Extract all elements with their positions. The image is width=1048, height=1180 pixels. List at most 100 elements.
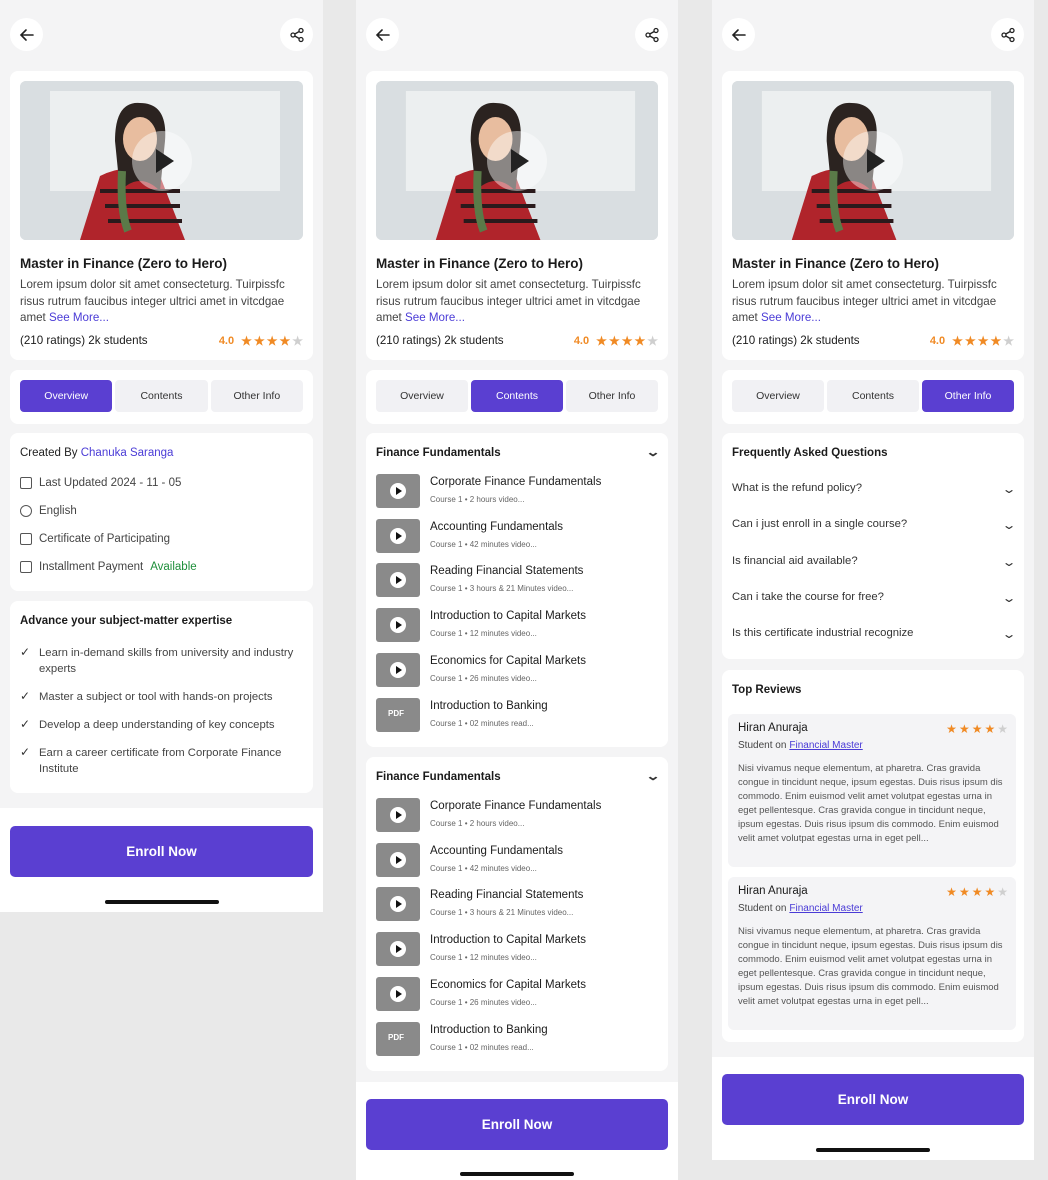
star-empty-icon: ★ [997,885,1008,899]
star-icon: ★ [608,334,620,348]
faq-item[interactable]: Can i just enroll in a single course? ⌄ [732,518,1017,532]
lesson-course: Course 1 [430,1042,463,1052]
faq-question: Can i take the course for free? [732,591,884,603]
author-link[interactable]: Chanuka Saranga [81,447,174,459]
learning-item: ✓ Learn in-demand skills from university … [20,645,303,677]
bullet-separator: • [462,673,470,683]
faq-item[interactable]: Is financial aid available? ⌄ [732,555,1017,569]
tab-contents[interactable]: Contents [471,380,563,412]
see-more-link[interactable]: See More... [405,311,465,324]
lesson-item[interactable]: PDF Introduction to Banking Course 1 • 02 … [376,1021,658,1060]
back-button[interactable] [10,18,43,51]
back-button[interactable] [722,18,755,51]
learning-title: Advance your subject-matter expertise [20,615,233,627]
enroll-now-button[interactable]: Enroll Now [722,1074,1024,1125]
tab-other-info[interactable]: Other Info [566,380,658,412]
tab-overview[interactable]: Overview [20,380,113,412]
star-empty-icon: ★ [292,334,303,348]
lesson-item[interactable]: Economics for Capital Markets Course 1 • … [376,976,658,1015]
play-icon[interactable] [131,130,192,191]
chevron-down-icon[interactable]: ⌄ [1001,591,1016,605]
chevron-down-icon[interactable]: ⌄ [645,445,660,459]
review-card: Hiran Anuraja ★ ★ ★ ★ ★ Student on Financial … [728,877,1016,1030]
lesson-course: Course 1 [430,908,463,918]
star-icon: ★ [279,334,291,348]
back-button[interactable] [366,18,399,51]
tab-contents[interactable]: Contents [115,380,208,412]
lesson-item[interactable]: Accounting Fundamentals Course 1 • 42 min… [376,842,658,881]
program-link[interactable]: Financial Master [789,740,862,751]
installment-row: Installment Payment Available [20,561,197,573]
lesson-course: Course 1 [430,673,463,683]
tab-overview[interactable]: Overview [376,380,468,412]
bullet-separator: • [462,908,470,918]
course-stats: (210 ratings) 2k students [20,334,148,347]
play-icon[interactable] [843,130,903,191]
lesson-item[interactable]: Corporate Finance Fundamentals Course 1 •… [376,798,658,836]
reviewer-name: Hiran Anuraja [738,885,808,897]
content-section: Finance Fundamentals ⌄ Corporate Finance … [366,433,668,747]
learning-item: ✓ Earn a career certificate from Corporat… [20,745,303,777]
faq-item[interactable]: Is this certificate industrial recognize… [732,627,1017,641]
lesson-duration: 26 minutes video... [469,997,537,1007]
chevron-down-icon[interactable]: ⌄ [1001,627,1016,641]
see-more-link[interactable]: See More... [49,311,109,324]
lesson-item[interactable]: PDF Introduction to Banking Course 1 • 02 … [376,697,658,736]
lesson-item[interactable]: Reading Financial Statements Course 1 • 3… [376,563,658,601]
chevron-down-icon[interactable]: ⌄ [1001,518,1016,532]
lesson-duration: 26 minutes video... [469,673,537,683]
course-video-thumbnail[interactable] [732,81,1014,240]
share-button[interactable] [991,18,1024,51]
star-icon: ★ [984,722,996,736]
play-icon[interactable] [487,130,547,191]
lesson-course: Course 1 [430,718,463,728]
lesson-meta: Course 1 • 26 minutes video... [430,674,537,683]
lesson-thumbnail [376,932,420,967]
lesson-duration: 12 minutes video... [469,629,537,639]
lesson-thumbnail [376,563,420,598]
lesson-item[interactable]: Reading Financial Statements Course 1 • 3… [376,887,658,925]
course-video-thumbnail[interactable] [20,81,303,240]
program-link[interactable]: Financial Master [789,903,862,914]
chevron-down-icon[interactable]: ⌄ [645,769,660,783]
faq-item[interactable]: Can i take the course for free? ⌄ [732,591,1017,605]
lesson-item[interactable]: Corporate Finance Fundamentals Course 1 •… [376,474,658,512]
lesson-title: Reading Financial Statements [430,889,584,902]
tab-overview[interactable]: Overview [732,380,824,412]
course-video-thumbnail[interactable] [376,81,658,240]
created-by-label: Created By [20,447,78,459]
chevron-down-icon[interactable]: ⌄ [1001,555,1016,569]
lesson-meta: Course 1 • 42 minutes video... [430,540,537,549]
section-header[interactable]: Finance Fundamentals ⌄ [376,445,661,459]
lesson-title: Reading Financial Statements [430,565,584,578]
lesson-duration: 42 minutes video... [469,863,537,873]
lesson-thumbnail [376,474,420,508]
chevron-down-icon[interactable]: ⌄ [1001,482,1016,496]
share-button[interactable] [280,18,313,51]
lesson-item[interactable]: Introduction to Capital Markets Course 1 … [376,608,658,646]
faq-item[interactable]: What is the refund policy? ⌄ [732,482,1017,496]
share-button[interactable] [635,18,668,51]
footer: Enroll Now [712,1057,1034,1160]
lesson-item[interactable]: Accounting Fundamentals Course 1 • 42 min… [376,518,658,557]
tabs-card: Overview Contents Other Info [722,370,1024,424]
star-icon: ★ [266,334,278,348]
enroll-now-button[interactable]: Enroll Now [366,1099,668,1150]
play-icon [390,661,406,678]
bullet-separator: • [462,1042,470,1052]
tab-other-info[interactable]: Other Info [210,380,303,412]
tab-bar: Overview Contents Other Info [376,380,658,412]
faq-question: Is this certificate industrial recognize [732,627,914,639]
tab-contents[interactable]: Contents [827,380,919,412]
enroll-now-button[interactable]: Enroll Now [10,826,313,877]
section-header[interactable]: Finance Fundamentals ⌄ [376,769,661,783]
bullet-separator: • [462,539,470,549]
learning-item-text: Master a subject or tool with hands-on p… [39,691,273,703]
see-more-link[interactable]: See More... [761,311,821,324]
tab-other-info[interactable]: Other Info [922,380,1014,412]
review-stars: ★ ★ ★ ★ ★ [946,885,1008,899]
lesson-title: Introduction to Capital Markets [430,610,586,623]
lesson-item[interactable]: Economics for Capital Markets Course 1 • … [376,652,658,691]
lesson-meta: Course 1 • 26 minutes video... [430,998,537,1007]
lesson-item[interactable]: Introduction to Capital Markets Course 1 … [376,932,658,970]
